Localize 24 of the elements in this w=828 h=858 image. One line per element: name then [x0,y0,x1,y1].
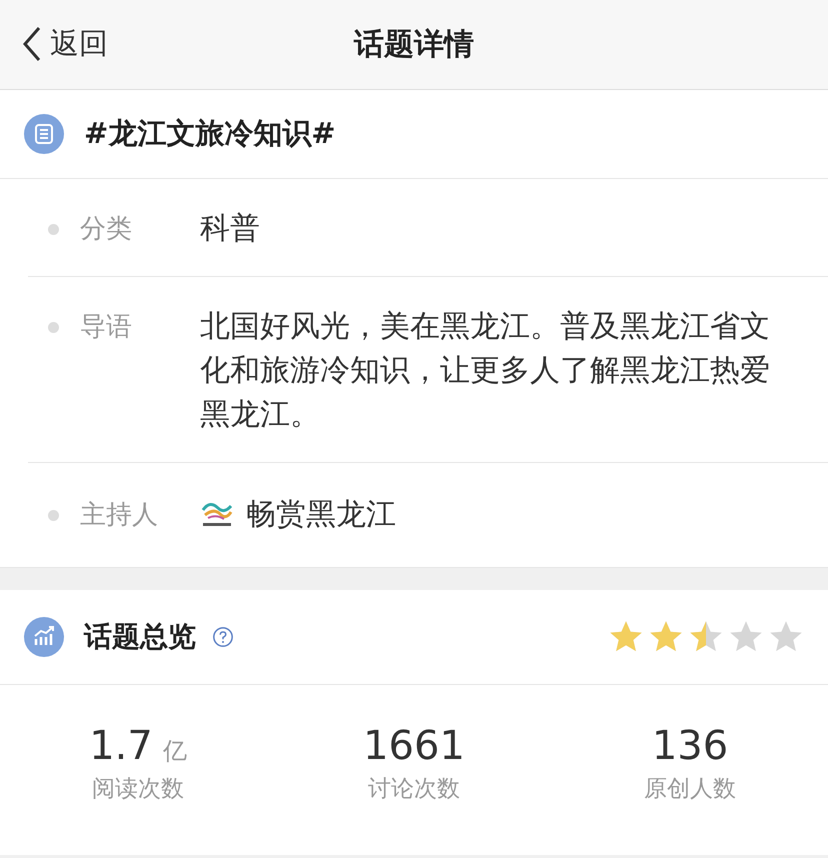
bullet-dot [48,510,59,521]
stat-label: 阅读次数 [92,774,184,804]
stat-unit: 亿 [162,736,187,766]
chart-icon [24,617,64,657]
page-title: 话题详情 [354,26,474,64]
stat-label: 原创人数 [644,774,736,804]
field-value: 科普 [200,210,260,248]
stat-label: 讨论次数 [368,774,460,804]
stat-value: 136 [652,722,728,768]
host-name[interactable]: 畅赏黑龙江 [246,493,396,537]
field-label: 分类 [80,213,133,246]
field-label: 导语 [80,311,133,344]
back-icon [22,26,42,62]
list-icon [24,114,64,154]
bullet-dot [48,322,59,333]
stat-value: 1661 [363,722,465,768]
section-title: 话题总览 [84,619,196,655]
field-label: 主持人 [80,499,159,532]
stat-value: 1.7 [89,722,153,768]
help-icon[interactable] [212,626,234,648]
topic-title: #龙江文旅冷知识# [84,115,336,152]
field-value: 北国好风光，美在黑龙江。普及黑龙江省文化和旅游冷知识，让更多人了解黑龙江热爱黑龙江。 [200,308,771,434]
bullet-dot [48,224,59,235]
back-button[interactable]: 返回 [22,24,108,64]
